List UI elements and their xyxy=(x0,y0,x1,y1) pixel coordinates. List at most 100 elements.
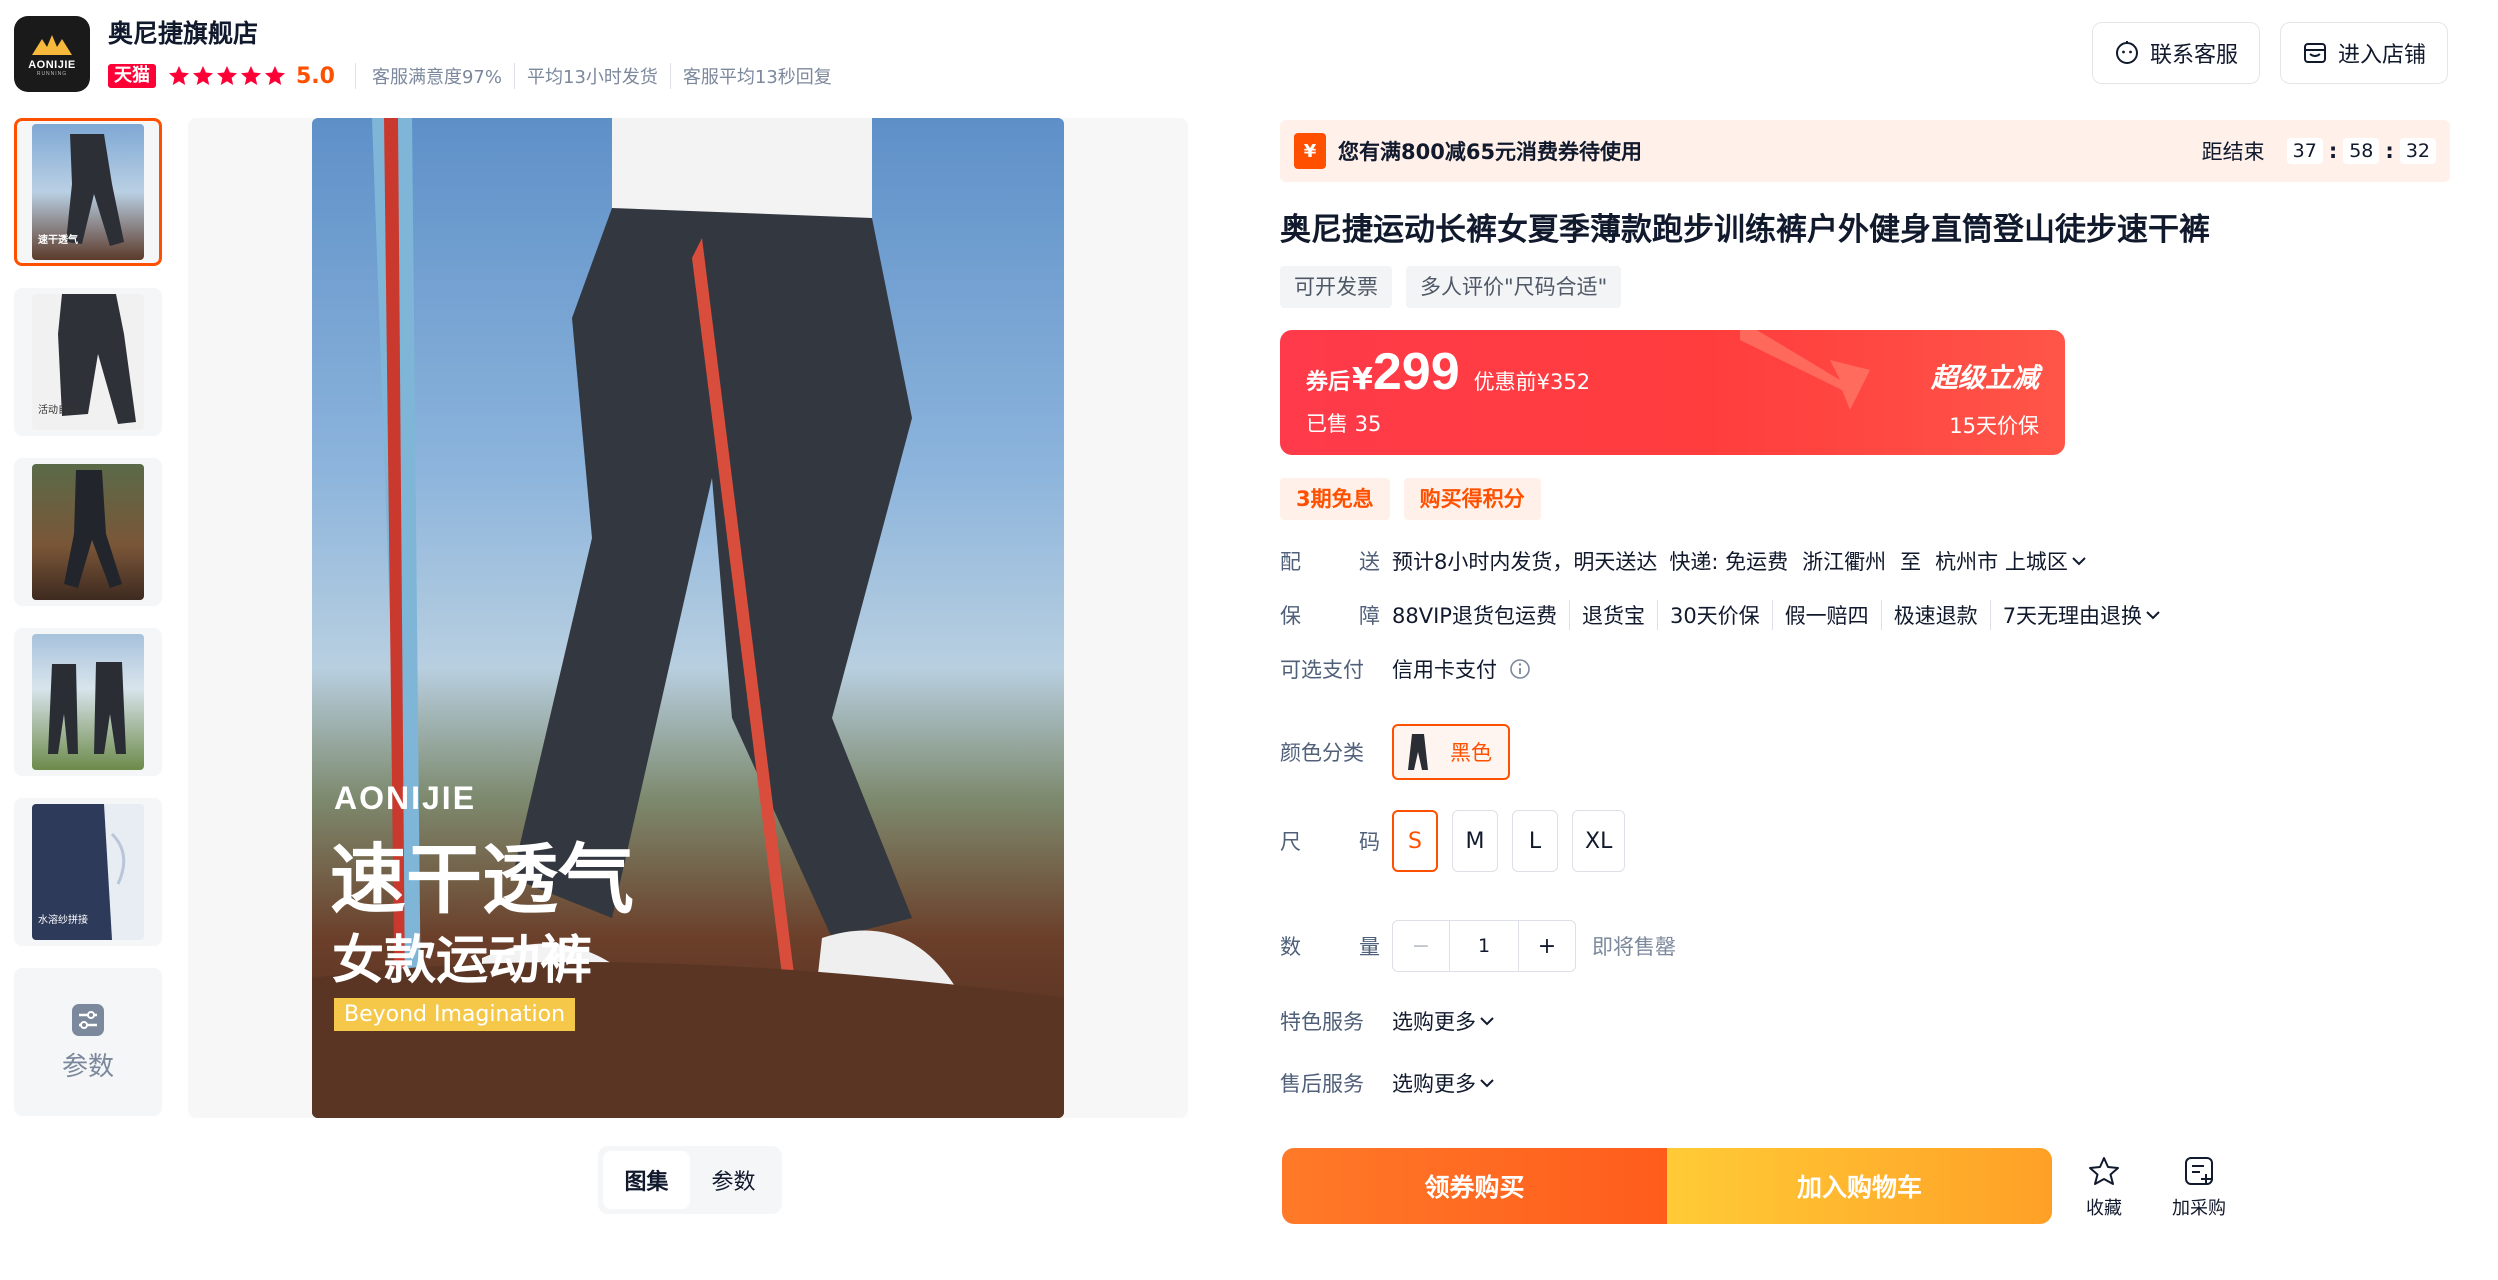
shop-logo[interactable]: AONIJIE RUNNING xyxy=(14,16,90,92)
main-product-image[interactable]: AONIJIE 速干透气 女款运动裤 Beyond Imagination xyxy=(312,118,1064,1118)
price-arrow-icon xyxy=(1740,330,1870,410)
countdown-seconds: 32 xyxy=(2399,138,2436,164)
quantity-increase-button[interactable]: + xyxy=(1519,921,1575,971)
countdown-separator: : xyxy=(2385,139,2394,163)
thumbnail-caption: 水溶纱拼接 xyxy=(38,915,88,926)
quantity-label: 数量 xyxy=(1280,935,1380,959)
guarantee-row: 保障 88VIP退货包运费 退货宝 30天价保 假一赔四 极速退款 7天无理由退… xyxy=(1280,600,2176,630)
promo-tags: 3期免息 购买得积分 xyxy=(1280,478,1555,520)
delivery-destination: 杭州市 上城区 xyxy=(1935,550,2068,574)
tab-params[interactable]: 参数 xyxy=(690,1151,777,1209)
guarantee-label: 保障 xyxy=(1280,604,1380,628)
guarantee-item: 88VIP退货包运费 xyxy=(1392,604,1557,628)
favorite-label: 收藏 xyxy=(2086,1198,2122,1219)
price-value: 299 xyxy=(1372,343,1460,401)
thumbnail-1[interactable]: 速干透气 xyxy=(14,118,162,266)
quantity-input[interactable]: 1 xyxy=(1449,921,1519,971)
shop-stat-reply: 客服平均13秒回复 xyxy=(669,63,844,89)
buy-with-coupon-button[interactable]: 领券购买 xyxy=(1282,1148,1667,1224)
star-icon xyxy=(193,66,213,85)
delivery-destination-selector[interactable]: 杭州市 上城区 xyxy=(1935,546,2090,576)
tag-invoice: 可开发票 xyxy=(1280,266,1392,308)
star-icon xyxy=(241,66,261,85)
payment-value: 信用卡支付 xyxy=(1392,658,1497,682)
star-icon xyxy=(265,66,285,85)
size-option-s[interactable]: S xyxy=(1392,810,1438,872)
thumbnail-3[interactable] xyxy=(14,458,162,606)
size-option-m[interactable]: M xyxy=(1452,810,1498,872)
purchase-list-button[interactable]: 加采购 xyxy=(2172,1154,2226,1220)
thumbnail-2[interactable]: 活动自如 xyxy=(14,288,162,436)
price-guarantee: 15天价保 xyxy=(1949,414,2039,438)
delivery-label: 配送 xyxy=(1280,550,1380,574)
thumbnail-image: 水溶纱拼接 xyxy=(32,804,144,940)
coupon-text: 您有满800减65元消费券待使用 xyxy=(1338,140,1643,164)
gallery-tabs: 图集 参数 xyxy=(598,1146,782,1214)
shop-name[interactable]: 奥尼捷旗舰店 xyxy=(108,14,258,50)
countdown-separator: : xyxy=(2328,139,2338,163)
customer-service-icon xyxy=(2114,40,2140,66)
price-currency: ¥ xyxy=(1352,362,1373,397)
contact-service-button[interactable]: 联系客服 xyxy=(2092,22,2260,84)
logo-mountain-icon xyxy=(32,35,72,55)
price-before: 优惠前¥352 xyxy=(1473,370,1591,394)
main-image-tagline: Beyond Imagination xyxy=(334,998,576,1031)
after-sale-selector[interactable]: 选购更多 xyxy=(1392,1068,1498,1098)
star-icon xyxy=(2089,1157,2119,1185)
thumbnail-4[interactable] xyxy=(14,628,162,776)
params-icon xyxy=(72,1003,104,1036)
stock-status: 即将售罄 xyxy=(1592,935,1676,959)
main-image-slogan: 速干透气 xyxy=(330,835,634,924)
price-after-label: 券后 xyxy=(1306,370,1351,395)
delivery-to-word: 至 xyxy=(1900,550,1922,574)
product-tags: 可开发票 多人评价"尺码合适" xyxy=(1280,266,1635,308)
shop-meta: 天猫 5.0 客服满意度97% 平均13小时发货 客服平均13秒回复 xyxy=(108,62,844,90)
shop-stat-shipping: 平均13小时发货 xyxy=(514,63,670,89)
tag-review[interactable]: 多人评价"尺码合适" xyxy=(1406,266,1622,308)
quantity-decrease-button[interactable]: − xyxy=(1393,921,1449,971)
after-sale-value: 选购更多 xyxy=(1392,1072,1476,1096)
color-option-black[interactable]: 黑色 xyxy=(1392,724,1510,780)
special-service-value: 选购更多 xyxy=(1392,1010,1476,1034)
purchase-list-label: 加采购 xyxy=(2172,1198,2226,1219)
special-service-selector[interactable]: 选购更多 xyxy=(1392,1006,1498,1036)
info-icon[interactable] xyxy=(1509,658,1531,680)
after-sale-label: 售后服务 xyxy=(1280,1072,1364,1096)
guarantee-item: 7天无理由退换 xyxy=(2002,604,2143,628)
delivery-express: 快递: 免运费 xyxy=(1669,550,1789,574)
size-option-l[interactable]: L xyxy=(1512,810,1558,872)
main-image-brand: AONIJIE xyxy=(334,780,477,816)
sold-count: 已售 35 xyxy=(1306,412,1382,436)
add-to-cart-button[interactable]: 加入购物车 xyxy=(1667,1148,2052,1224)
params-thumbnail-label: 参数 xyxy=(61,1051,114,1082)
color-label: 颜色分类 xyxy=(1280,741,1364,765)
size-option-xl[interactable]: XL xyxy=(1572,810,1626,872)
shop-stat-satisfaction: 客服满意度97% xyxy=(354,63,514,89)
rating-stars xyxy=(168,65,288,87)
thumbnail-caption: 速干透气 xyxy=(38,235,78,246)
delivery-from: 浙江衢州 xyxy=(1802,550,1887,574)
coupon-banner[interactable]: ¥ 您有满800减65元消费券待使用 距结束 37 : 58 : 32 xyxy=(1280,120,2450,182)
enter-shop-button[interactable]: 进入店铺 xyxy=(2280,22,2448,84)
size-label: 尺码 xyxy=(1280,830,1380,854)
guarantee-more-toggle[interactable]: 7天无理由退换 xyxy=(1989,600,2176,630)
delivery-estimate: 预计8小时内发货，明天送达 xyxy=(1392,550,1658,574)
price-box: 券后 ¥ 299 优惠前¥352 已售 35 超级立减 15天价保 xyxy=(1280,330,2065,455)
purchase-buttons: 领券购买 加入购物车 xyxy=(1282,1148,2052,1224)
shop-rating: 5.0 xyxy=(296,63,335,89)
promo-points[interactable]: 购买得积分 xyxy=(1403,478,1541,520)
countdown-label: 距结束 xyxy=(2201,140,2265,164)
tab-gallery[interactable]: 图集 xyxy=(603,1151,690,1209)
params-thumbnail[interactable]: 参数 xyxy=(14,968,162,1116)
logo-subtext: RUNNING xyxy=(36,71,68,77)
promo-installment[interactable]: 3期免息 xyxy=(1280,478,1390,520)
chevron-down-icon xyxy=(2072,557,2086,566)
color-row: 颜色分类 黑色 xyxy=(1280,724,1510,780)
countdown-hours: 37 xyxy=(2286,138,2323,164)
thumbnail-5[interactable]: 水溶纱拼接 xyxy=(14,798,162,946)
payment-row: 可选支付 信用卡支付 xyxy=(1280,654,1531,684)
color-swatch-image xyxy=(1408,734,1428,770)
thumbnail-caption: 活动自如 xyxy=(38,405,78,416)
main-image-subslogan: 女款运动裤 xyxy=(332,931,593,991)
favorite-button[interactable]: 收藏 xyxy=(2086,1154,2122,1220)
